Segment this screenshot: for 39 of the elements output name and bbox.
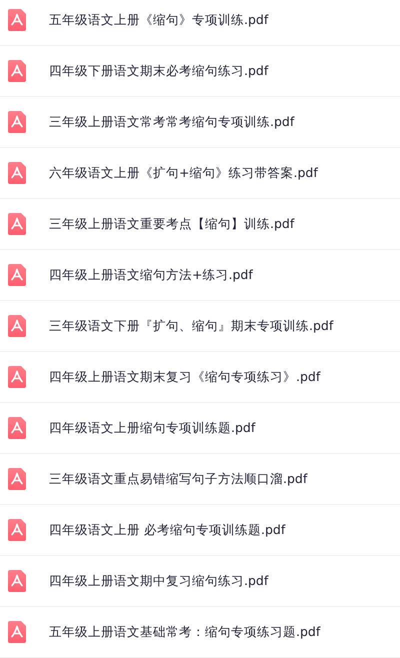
pdf-file-icon [8, 519, 26, 541]
file-row[interactable]: 五年级语文上册《缩句》专项训练.pdf [0, 0, 400, 46]
file-row[interactable]: 五年级上册语文基础常考：缩句专项练习题.pdf [0, 607, 400, 658]
file-name: 四年级语文上册缩句专项训练题.pdf [49, 420, 256, 436]
pdf-file-icon [8, 315, 26, 337]
file-name: 四年级下册语文期末必考缩句练习.pdf [49, 62, 268, 80]
file-name: 五年级语文上册《缩句》专项训练.pdf [49, 12, 268, 28]
pdf-file-icon [8, 9, 26, 31]
file-name: 四年级上册语文期中复习缩句练习.pdf [49, 572, 268, 590]
file-row[interactable]: 四年级语文上册缩句专项训练题.pdf [0, 403, 400, 454]
pdf-file-icon [8, 570, 26, 592]
file-name: 四年级上册语文缩句方法+练习.pdf [49, 266, 253, 284]
pdf-file-icon [8, 468, 26, 490]
file-row[interactable]: 四年级上册语文期中复习缩句练习.pdf [0, 556, 400, 607]
file-row[interactable]: 三年级语文下册『扩句、缩句』期末专项训练.pdf [0, 301, 400, 352]
pdf-file-icon [8, 366, 26, 388]
file-name: 五年级上册语文基础常考：缩句专项练习题.pdf [49, 624, 320, 640]
file-name: 三年级语文重点易错缩写句子方法顺口溜.pdf [49, 470, 308, 488]
file-name: 四年级语文上册 必考缩句专项训练题.pdf [49, 522, 286, 538]
file-row[interactable]: 四年级上册语文期末复习《缩句专项练习》.pdf [0, 352, 400, 403]
file-row[interactable]: 六年级语文上册《扩句+缩句》练习带答案.pdf [0, 148, 400, 199]
pdf-file-icon [8, 213, 26, 235]
file-name: 六年级语文上册《扩句+缩句》练习带答案.pdf [49, 164, 318, 182]
pdf-file-icon [8, 111, 26, 133]
file-name: 三年级上册语文常考常考缩句专项训练.pdf [49, 114, 294, 130]
file-row[interactable]: 三年级上册语文常考常考缩句专项训练.pdf [0, 97, 400, 148]
file-name: 三年级语文下册『扩句、缩句』期末专项训练.pdf [49, 318, 334, 334]
pdf-file-icon [8, 60, 26, 82]
pdf-file-icon [8, 417, 26, 439]
pdf-file-icon [8, 621, 26, 643]
file-row[interactable]: 四年级上册语文缩句方法+练习.pdf [0, 250, 400, 301]
pdf-file-icon [8, 264, 26, 286]
file-row[interactable]: 三年级语文重点易错缩写句子方法顺口溜.pdf [0, 454, 400, 505]
file-row[interactable]: 四年级语文上册 必考缩句专项训练题.pdf [0, 505, 400, 556]
file-row[interactable]: 三年级上册语文重要考点【缩句】训练.pdf [0, 199, 400, 250]
file-name: 三年级上册语文重要考点【缩句】训练.pdf [49, 216, 294, 232]
pdf-file-icon [8, 162, 26, 184]
file-row[interactable]: 四年级下册语文期末必考缩句练习.pdf [0, 46, 400, 97]
file-name: 四年级上册语文期末复习《缩句专项练习》.pdf [49, 368, 320, 386]
